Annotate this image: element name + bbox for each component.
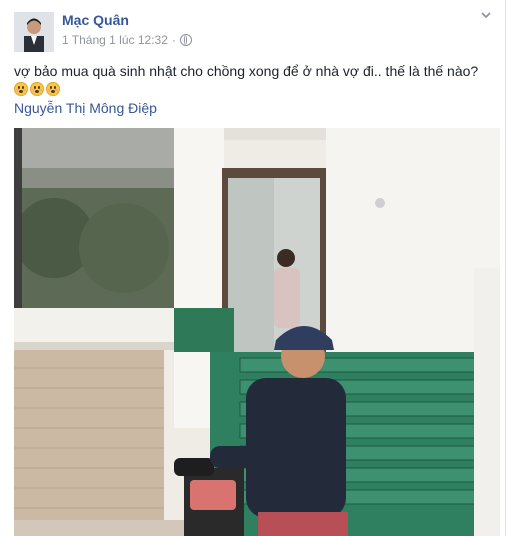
- flushed-face-icon: [14, 82, 28, 96]
- chevron-down-icon[interactable]: [479, 8, 493, 22]
- flushed-face-icon: [46, 82, 60, 96]
- emoji-row: [14, 82, 60, 96]
- author-name[interactable]: Mạc Quân: [62, 12, 129, 28]
- author-avatar[interactable]: [14, 12, 54, 52]
- post-text: vợ bảo mua quà sinh nhật cho chồng xong …: [14, 63, 479, 79]
- post-meta: 1 Tháng 1 lúc 12:32 ·: [62, 33, 192, 47]
- post-photo[interactable]: [14, 128, 500, 536]
- post-timestamp[interactable]: 1 Tháng 1 lúc 12:32: [62, 33, 168, 47]
- globe-icon[interactable]: [179, 34, 192, 46]
- flushed-face-icon: [30, 82, 44, 96]
- tagged-user-link[interactable]: Nguyễn Thị Mông Điệp: [14, 100, 157, 116]
- meta-separator: ·: [171, 33, 176, 47]
- post-card: Mạc Quân 1 Tháng 1 lúc 12:32 · vợ bảo mu…: [0, 0, 506, 536]
